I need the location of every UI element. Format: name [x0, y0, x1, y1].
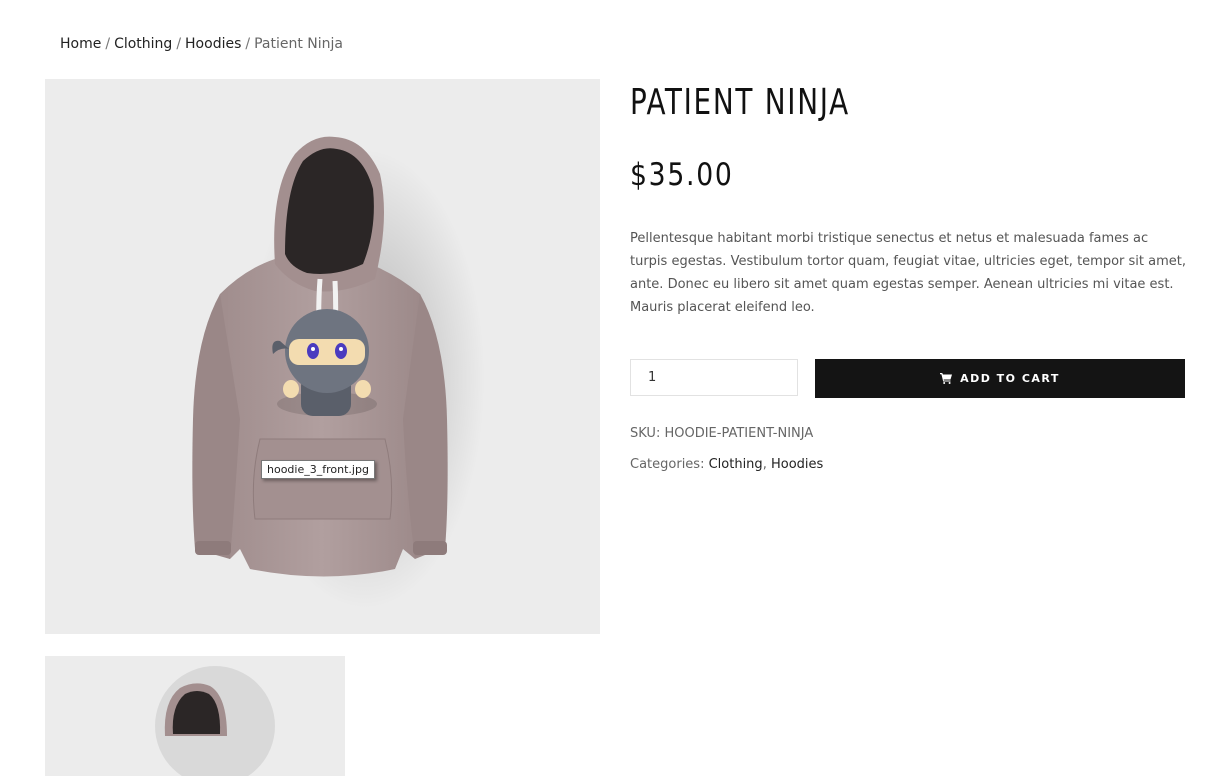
sku-value: HOODIE-PATIENT-NINJA	[664, 426, 814, 441]
breadcrumb-hoodies-link[interactable]: Hoodies	[185, 36, 241, 52]
breadcrumb-current: Patient Ninja	[254, 36, 343, 52]
sku-label: SKU:	[630, 426, 661, 441]
product-description: Pellentesque habitant morbi tristique se…	[630, 231, 1186, 315]
add-to-cart-button[interactable]: ADD TO CART	[815, 359, 1185, 398]
categories-separator: ,	[762, 457, 767, 472]
product-categories: Categories: Clothing, Hoodies	[630, 457, 823, 472]
category-link-hoodies[interactable]: Hoodies	[771, 457, 823, 472]
hoodie-thumbnail-image	[155, 666, 275, 776]
breadcrumb: Home / Clothing / Hoodies / Patient Ninja	[60, 36, 343, 52]
categories-label: Categories:	[630, 457, 705, 472]
hoodie-image	[192, 136, 485, 609]
product-price: $35.00	[630, 157, 734, 193]
product-thumbnail[interactable]	[45, 656, 345, 776]
image-filename-tooltip: hoodie_3_front.jpg	[261, 460, 375, 479]
category-link-clothing[interactable]: Clothing	[709, 457, 763, 472]
breadcrumb-home-link[interactable]: Home	[60, 36, 101, 52]
product-title: PATIENT NINJA	[630, 82, 850, 123]
product-sku: SKU: HOODIE-PATIENT-NINJA	[630, 426, 813, 441]
add-to-cart-label: ADD TO CART	[960, 372, 1060, 385]
breadcrumb-separator: /	[176, 36, 182, 52]
cart-icon	[940, 373, 953, 384]
quantity-input[interactable]	[630, 359, 798, 396]
breadcrumb-clothing-link[interactable]: Clothing	[114, 36, 172, 52]
product-main-image[interactable]: hoodie_3_front.jpg	[45, 79, 600, 634]
breadcrumb-separator: /	[245, 36, 251, 52]
breadcrumb-separator: /	[105, 36, 111, 52]
